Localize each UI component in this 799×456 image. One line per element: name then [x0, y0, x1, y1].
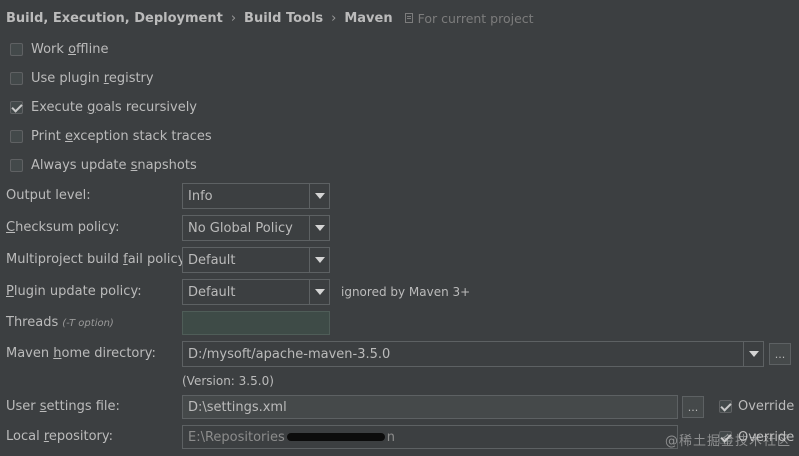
checkbox-always-update-snapshots[interactable]: Always update snapshots: [10, 156, 197, 174]
user-settings-browse-button[interactable]: ...: [682, 396, 704, 418]
plugin-update-policy-note: ignored by Maven 3+: [341, 285, 471, 299]
multiproject-fail-policy-dropdown[interactable]: Default: [182, 247, 330, 273]
breadcrumb-item-build-tools[interactable]: Build Tools: [244, 11, 323, 26]
output-level-value: Info: [188, 188, 213, 204]
user-settings-input[interactable]: D:\settings.xml: [182, 395, 678, 419]
checksum-policy-dropdown[interactable]: No Global Policy: [182, 215, 330, 241]
copy-icon: [404, 13, 413, 23]
local-repository-label: Local repository:: [6, 429, 114, 444]
maven-home-label: Maven home directory:: [6, 346, 156, 361]
breadcrumb-separator: ›: [230, 10, 237, 26]
breadcrumb-item-maven: Maven: [344, 10, 393, 26]
checksum-policy-value: No Global Policy: [188, 220, 293, 236]
local-repository-value-tail: n: [386, 429, 396, 445]
checkbox-label: Work offline: [31, 41, 109, 57]
checkbox-label: Use plugin registry: [31, 70, 154, 86]
checkbox-work-offline[interactable]: Work offline: [10, 40, 108, 58]
checkbox-box-checked[interactable]: [719, 399, 732, 413]
checkbox-execute-goals-recursively[interactable]: Execute goals recursively: [10, 98, 197, 116]
output-level-dropdown[interactable]: Info: [182, 183, 330, 209]
maven-home-value: D:/mysoft/apache-maven-3.5.0: [188, 346, 391, 362]
local-repository-input[interactable]: E:\Repositories n: [182, 425, 678, 449]
breadcrumb: Build, Execution, Deployment › Build Too…: [6, 9, 534, 27]
checkbox-box[interactable]: [10, 42, 23, 56]
user-settings-override-checkbox[interactable]: Override: [719, 397, 794, 415]
redaction-scribble: [286, 433, 385, 441]
checkbox-box[interactable]: [10, 71, 23, 85]
chevron-down-icon[interactable]: [309, 280, 329, 304]
breadcrumb-separator: ›: [331, 10, 337, 26]
breadcrumb-item-build-execution[interactable]: Build, Execution, Deployment: [6, 11, 223, 26]
multiproject-fail-policy-label: Multiproject build fail policy:: [6, 252, 189, 267]
chevron-down-icon[interactable]: [309, 216, 329, 240]
plugin-update-policy-label: Plugin update policy:: [6, 284, 142, 299]
checksum-policy-label: Checksum policy:: [6, 220, 120, 235]
chevron-down-icon[interactable]: [309, 248, 329, 272]
scope-label: For current project: [417, 10, 534, 26]
checkbox-label: Print exception stack traces: [31, 128, 212, 144]
threads-label: Threads (-T option): [6, 315, 114, 330]
threads-hint: (-T option): [62, 318, 114, 329]
chevron-down-icon[interactable]: [309, 184, 329, 208]
user-settings-label: User settings file:: [6, 399, 120, 414]
plugin-update-policy-value: Default: [188, 284, 236, 300]
maven-home-dropdown[interactable]: D:/mysoft/apache-maven-3.5.0: [182, 341, 764, 367]
checkbox-box-checked[interactable]: [10, 100, 23, 114]
maven-home-browse-button[interactable]: ...: [769, 343, 791, 365]
checkbox-box[interactable]: [10, 158, 23, 172]
output-level-label: Output level:: [6, 188, 91, 203]
plugin-update-policy-dropdown[interactable]: Default: [182, 279, 330, 305]
checkbox-use-plugin-registry[interactable]: Use plugin registry: [10, 69, 154, 87]
checkbox-box[interactable]: [10, 129, 23, 143]
threads-input[interactable]: [182, 311, 330, 335]
checkbox-label: Execute goals recursively: [31, 99, 197, 115]
checkbox-print-exception-stack-traces[interactable]: Print exception stack traces: [10, 127, 212, 145]
checkbox-label: Always update snapshots: [31, 157, 197, 173]
watermark: @稀土掘金技术社区: [664, 434, 791, 449]
scope-indicator: For current project: [404, 10, 534, 26]
maven-version-label: (Version: 3.5.0): [182, 374, 274, 388]
override-label: Override: [738, 398, 795, 414]
multiproject-fail-policy-value: Default: [188, 252, 236, 268]
chevron-down-icon[interactable]: [743, 342, 763, 366]
local-repository-value: E:\Repositories: [188, 429, 285, 445]
